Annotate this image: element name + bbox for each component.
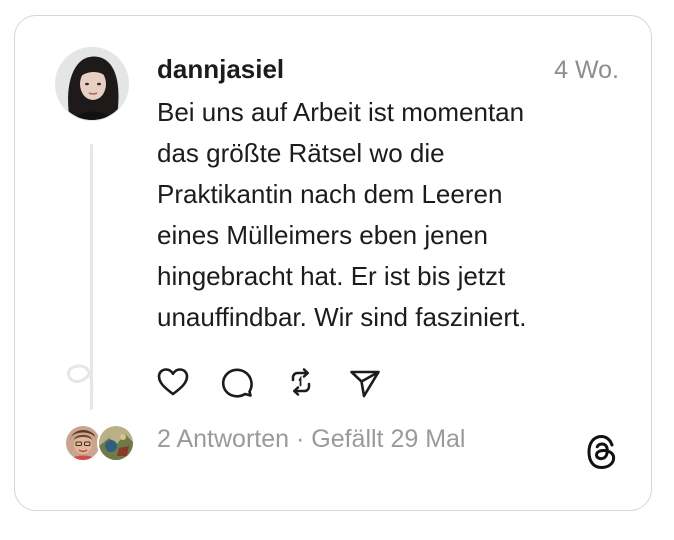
likes-count-link[interactable]: Gefällt 29 Mal [311, 425, 465, 453]
like-button[interactable] [155, 364, 191, 400]
post-text-line: eines Mülleimers eben jenen [157, 220, 488, 250]
post-stats: 2 Antworten · Gefällt 29 Mal [157, 425, 466, 454]
author-avatar[interactable] [55, 47, 129, 121]
repost-button[interactable] [283, 364, 319, 400]
post-text-line: hingebracht hat. Er ist bis jetzt [157, 261, 506, 291]
post-text-line: unauffindbar. Wir sind fasziniert. [157, 302, 527, 332]
replier-avatar[interactable] [97, 424, 135, 462]
comment-button[interactable] [219, 364, 255, 400]
post-text-line: das größte Rätsel wo die [157, 138, 445, 168]
post-text-line: Bei uns auf Arbeit ist momentan [157, 97, 525, 127]
thread-curl-icon [66, 364, 94, 394]
post-text-line: Praktikantin nach dem Leeren [157, 179, 503, 209]
send-icon [350, 370, 380, 398]
post-text: Bei uns auf Arbeit ist momentan das größ… [157, 92, 617, 338]
replies-count-link[interactable]: 2 Antworten [157, 425, 289, 453]
repost-icon [291, 368, 311, 396]
post-time[interactable]: 4 Wo. [554, 56, 619, 85]
threads-logo-icon[interactable] [582, 432, 622, 472]
stats-separator: · [289, 425, 312, 453]
comment-bubble-icon [221, 368, 253, 398]
author-username[interactable]: dannjasiel [157, 54, 284, 85]
share-button[interactable] [347, 364, 383, 400]
heart-icon [157, 368, 189, 396]
